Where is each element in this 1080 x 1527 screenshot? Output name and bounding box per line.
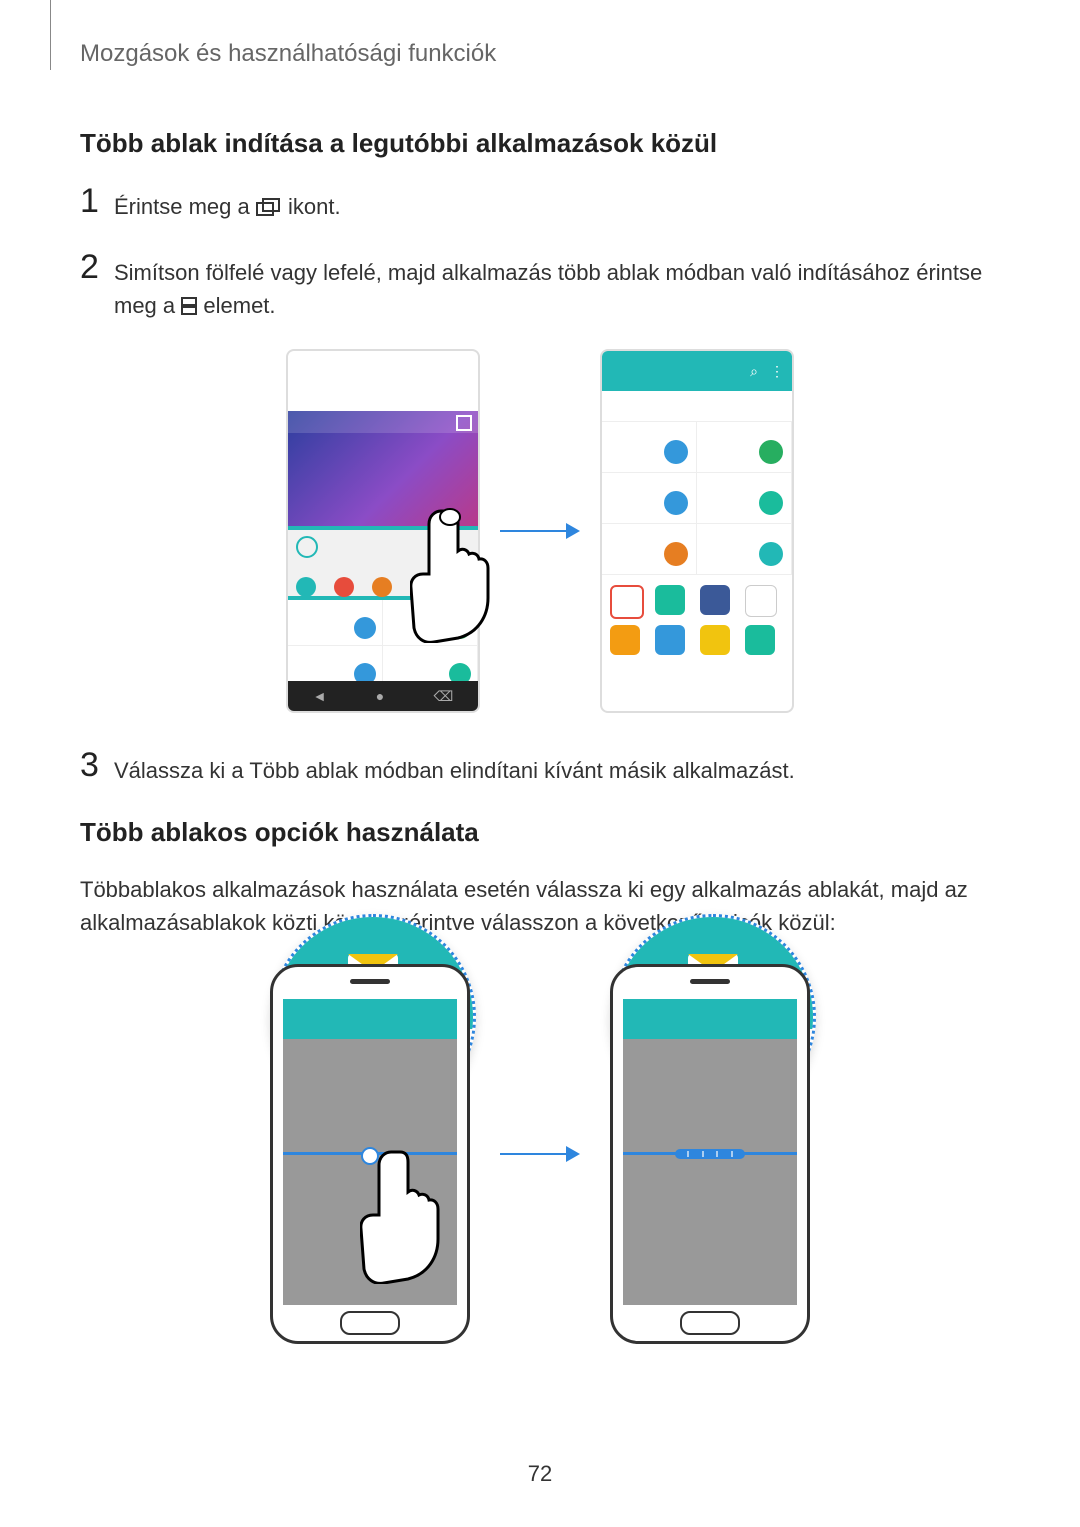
section1-heading: Több ablak indítása a legutóbbi alkalmaz… [80,128,1000,159]
section2-heading: Több ablakos opciók használata [80,817,1000,848]
arrow-right-icon [500,1144,580,1164]
margin-rule [50,0,51,70]
hand-pointer-icon [410,503,500,643]
step-2-number: 2 [80,250,114,284]
home-button-icon [680,1311,740,1335]
recent-apps-icon [256,192,282,225]
figure2-left [270,964,470,1344]
app-icon [610,625,640,655]
app-icon [610,585,644,619]
more-icon: ⋮ [770,363,784,380]
search-icon: ⌕ [750,363,758,380]
phone-right-search [602,391,792,422]
step-1-text-a: Érintse meg a [114,194,256,219]
step-3-text: Válassza ki a Több ablak módban elindíta… [114,748,795,787]
step-3-number: 3 [80,748,114,782]
phone-frame-right [610,964,810,1344]
phone-topbar [623,999,797,1039]
figure-multiwindow-options: ⇄ ▣ ⛶ ▭ ✕ [80,964,1000,1344]
step-2: 2 Simítson fölfelé vagy lefelé, majd alk… [80,250,1000,324]
header-breadcrumb: Mozgások és használhatósági funkciók [80,40,1000,68]
step-3: 3 Válassza ki a Több ablak módban elindí… [80,748,1000,787]
home-button-icon [340,1311,400,1335]
step-1-text: Érintse meg a ikont. [114,184,341,225]
step-2-text: Simítson fölfelé vagy lefelé, majd alkal… [114,250,1000,324]
app-icon [700,585,730,615]
step-2-text-b: elemet. [203,293,275,318]
page-number: 72 [0,1461,1080,1487]
multiwindow-icon [181,291,197,324]
step-1-text-b: ikont. [288,194,341,219]
app-icon [745,585,777,617]
figure-multiwindow-launch: ◄●⌫ ⌕ ⋮ [80,349,1000,713]
figure2-right: ⇄ ▣ ⛶ ▭ ✕ [610,964,810,1344]
phone-right-appbar: ⌕ ⋮ [602,351,792,391]
split-divider [623,1152,797,1155]
figure1-left: ◄●⌫ [286,349,480,713]
step-1-number: 1 [80,184,114,218]
phone-topbar [283,999,457,1039]
phone-right-categories [602,422,792,575]
hand-pointer-icon [360,1144,450,1284]
step-1: 1 Érintse meg a ikont. [80,184,1000,225]
arrow-right-icon [500,521,580,541]
phone-right-apps [602,575,792,665]
phone-right-screenshot: ⌕ ⋮ [600,349,794,713]
app-icon [745,625,775,655]
app-icon [655,585,685,615]
document-page: Mozgások és használhatósági funkciók Töb… [0,0,1080,1527]
section2-paragraph: Többablakos alkalmazások használata eset… [80,873,1000,939]
close-all-icon: ⌫ [434,688,454,705]
app-icon [700,625,730,655]
app-icon [655,625,685,655]
